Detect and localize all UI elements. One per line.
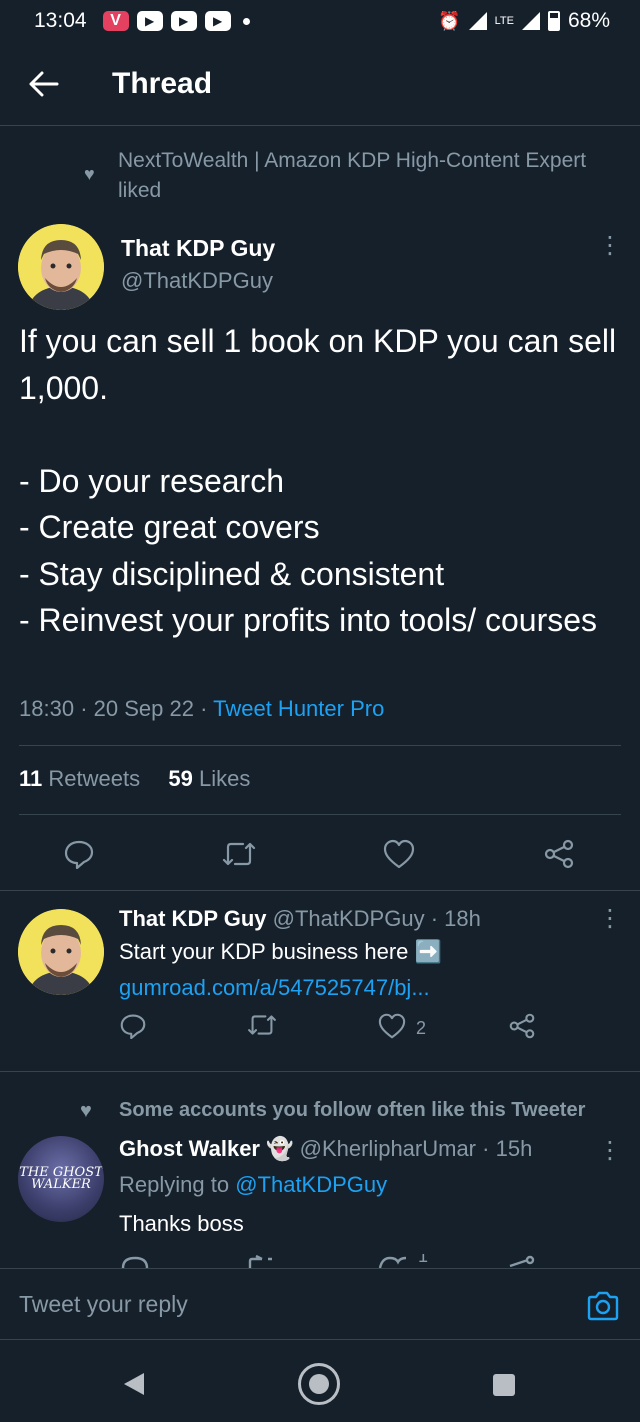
reply-text: Thanks boss: [119, 1211, 244, 1236]
author-handle[interactable]: @ThatKDPGuy: [273, 906, 425, 931]
tweet-text: If you can sell 1 book on KDP you can se…: [19, 323, 617, 638]
system-navigation-bar: [0, 1340, 640, 1422]
recommendation-context: Some accounts you follow often like this…: [119, 1099, 586, 1121]
more-options-icon[interactable]: ⋮: [598, 1139, 622, 1163]
reply-tweet[interactable]: That KDP Guy @ThatKDPGuy · 18h ⋮ Start y…: [0, 891, 640, 1071]
nav-recents-icon[interactable]: [493, 1374, 515, 1396]
mention-link[interactable]: @ThatKDPGuy: [235, 1172, 387, 1197]
youtube-notification-icon: ▶: [136, 11, 163, 31]
signal-icon: [521, 12, 540, 30]
more-options-icon[interactable]: ⋮: [598, 907, 622, 931]
tweet-source-link[interactable]: Tweet Hunter Pro: [213, 696, 384, 721]
camera-icon[interactable]: [586, 1291, 620, 1326]
retweets-label[interactable]: Retweets: [48, 766, 140, 791]
tweet-stats: 11 Retweets 59 Likes: [19, 766, 250, 792]
vivaldi-notification-icon: V: [102, 11, 129, 31]
meta-separator: ·: [80, 696, 94, 721]
app-header: Thread: [0, 42, 640, 126]
author-name[interactable]: Ghost Walker 👻: [119, 1136, 294, 1161]
battery-percent: 68%: [567, 9, 610, 32]
meta-separator: ·: [482, 1136, 496, 1161]
retweet-icon[interactable]: [246, 1013, 278, 1037]
meta-separator: ·: [200, 696, 214, 721]
reply-actions: 2: [0, 1013, 640, 1043]
retweets-count[interactable]: 11: [19, 766, 42, 791]
share-icon[interactable]: [539, 834, 579, 874]
page-title: Thread: [112, 66, 213, 100]
heart-icon: ♥: [80, 1100, 92, 1122]
reply-actions: 1: [0, 1254, 640, 1268]
network-type: LTE: [494, 15, 514, 27]
avatar[interactable]: [18, 909, 104, 995]
reply-icon[interactable]: [59, 834, 99, 874]
tweet-meta: 18:30 · 20 Sep 22 · Tweet Hunter Pro: [19, 696, 384, 722]
like-button[interactable]: 2: [378, 1013, 426, 1044]
reply-age: 15h: [495, 1136, 533, 1161]
like-icon[interactable]: [379, 834, 419, 874]
retweet-icon[interactable]: [219, 834, 259, 874]
tweet-author[interactable]: That KDP Guy @ThatKDPGuy: [121, 232, 275, 298]
nav-back-icon[interactable]: [124, 1373, 144, 1395]
avatar[interactable]: [18, 224, 104, 310]
signal-icon: [468, 12, 487, 30]
tweet-actions: [0, 834, 640, 874]
battery-icon: [547, 11, 560, 31]
reply-header: That KDP Guy @ThatKDPGuy · 18h: [119, 906, 481, 932]
meta-separator: ·: [430, 906, 445, 931]
tweet-time: 18:30: [19, 696, 75, 721]
reply-link[interactable]: gumroad.com/a/547525747/bj...: [119, 975, 430, 1001]
liked-by-text: NextToWealth | Amazon KDP High-Content E…: [118, 149, 587, 202]
author-name[interactable]: That KDP Guy: [119, 906, 267, 931]
reply-input[interactable]: Tweet your reply: [19, 1291, 188, 1318]
heart-icon: ♥: [84, 164, 95, 184]
reply-text: Start your KDP business here ➡️: [119, 939, 442, 964]
replying-to: Replying to @ThatKDPGuy: [119, 1172, 387, 1198]
replying-label: Replying to: [119, 1172, 230, 1197]
share-icon[interactable]: [508, 1013, 536, 1039]
nav-home-icon[interactable]: [298, 1363, 340, 1405]
youtube-notification-icon: ▶: [204, 11, 231, 31]
avatar[interactable]: THE GHOST WALKER: [18, 1136, 104, 1222]
avatar-text: THE GHOST WALKER: [19, 1165, 103, 1192]
likes-label[interactable]: Likes: [199, 766, 250, 791]
status-bar: 13:04 V ▶ ▶ ▶ ⏰ LTE 68%: [0, 0, 640, 42]
divider: [19, 814, 621, 815]
reply-age: 18h: [444, 906, 481, 931]
reply-tweet[interactable]: ♥ Some accounts you follow often like th…: [0, 1072, 640, 1268]
like-count: 1: [418, 1254, 429, 1266]
alarm-icon: ⏰: [438, 10, 461, 31]
likes-count[interactable]: 59: [168, 766, 192, 791]
tweet-date: 20 Sep 22: [93, 696, 194, 721]
author-name[interactable]: That KDP Guy: [121, 232, 275, 264]
like-icon[interactable]: [378, 1013, 406, 1044]
more-options-icon[interactable]: ⋮: [598, 234, 622, 258]
author-handle[interactable]: @KherlipharUmar: [300, 1136, 476, 1161]
more-notifications-dot-icon: [242, 17, 250, 25]
status-time: 13:04: [34, 9, 87, 32]
reply-composer[interactable]: Tweet your reply: [0, 1268, 640, 1340]
author-handle[interactable]: @ThatKDPGuy: [121, 264, 275, 298]
like-count: 2: [416, 1018, 427, 1038]
reply-icon[interactable]: [120, 1013, 146, 1039]
youtube-notification-icon: ▶: [170, 11, 197, 31]
back-arrow-icon[interactable]: [14, 54, 74, 114]
reply-header: Ghost Walker 👻 @KherlipharUmar · 15h: [119, 1136, 532, 1162]
divider: [19, 745, 621, 746]
